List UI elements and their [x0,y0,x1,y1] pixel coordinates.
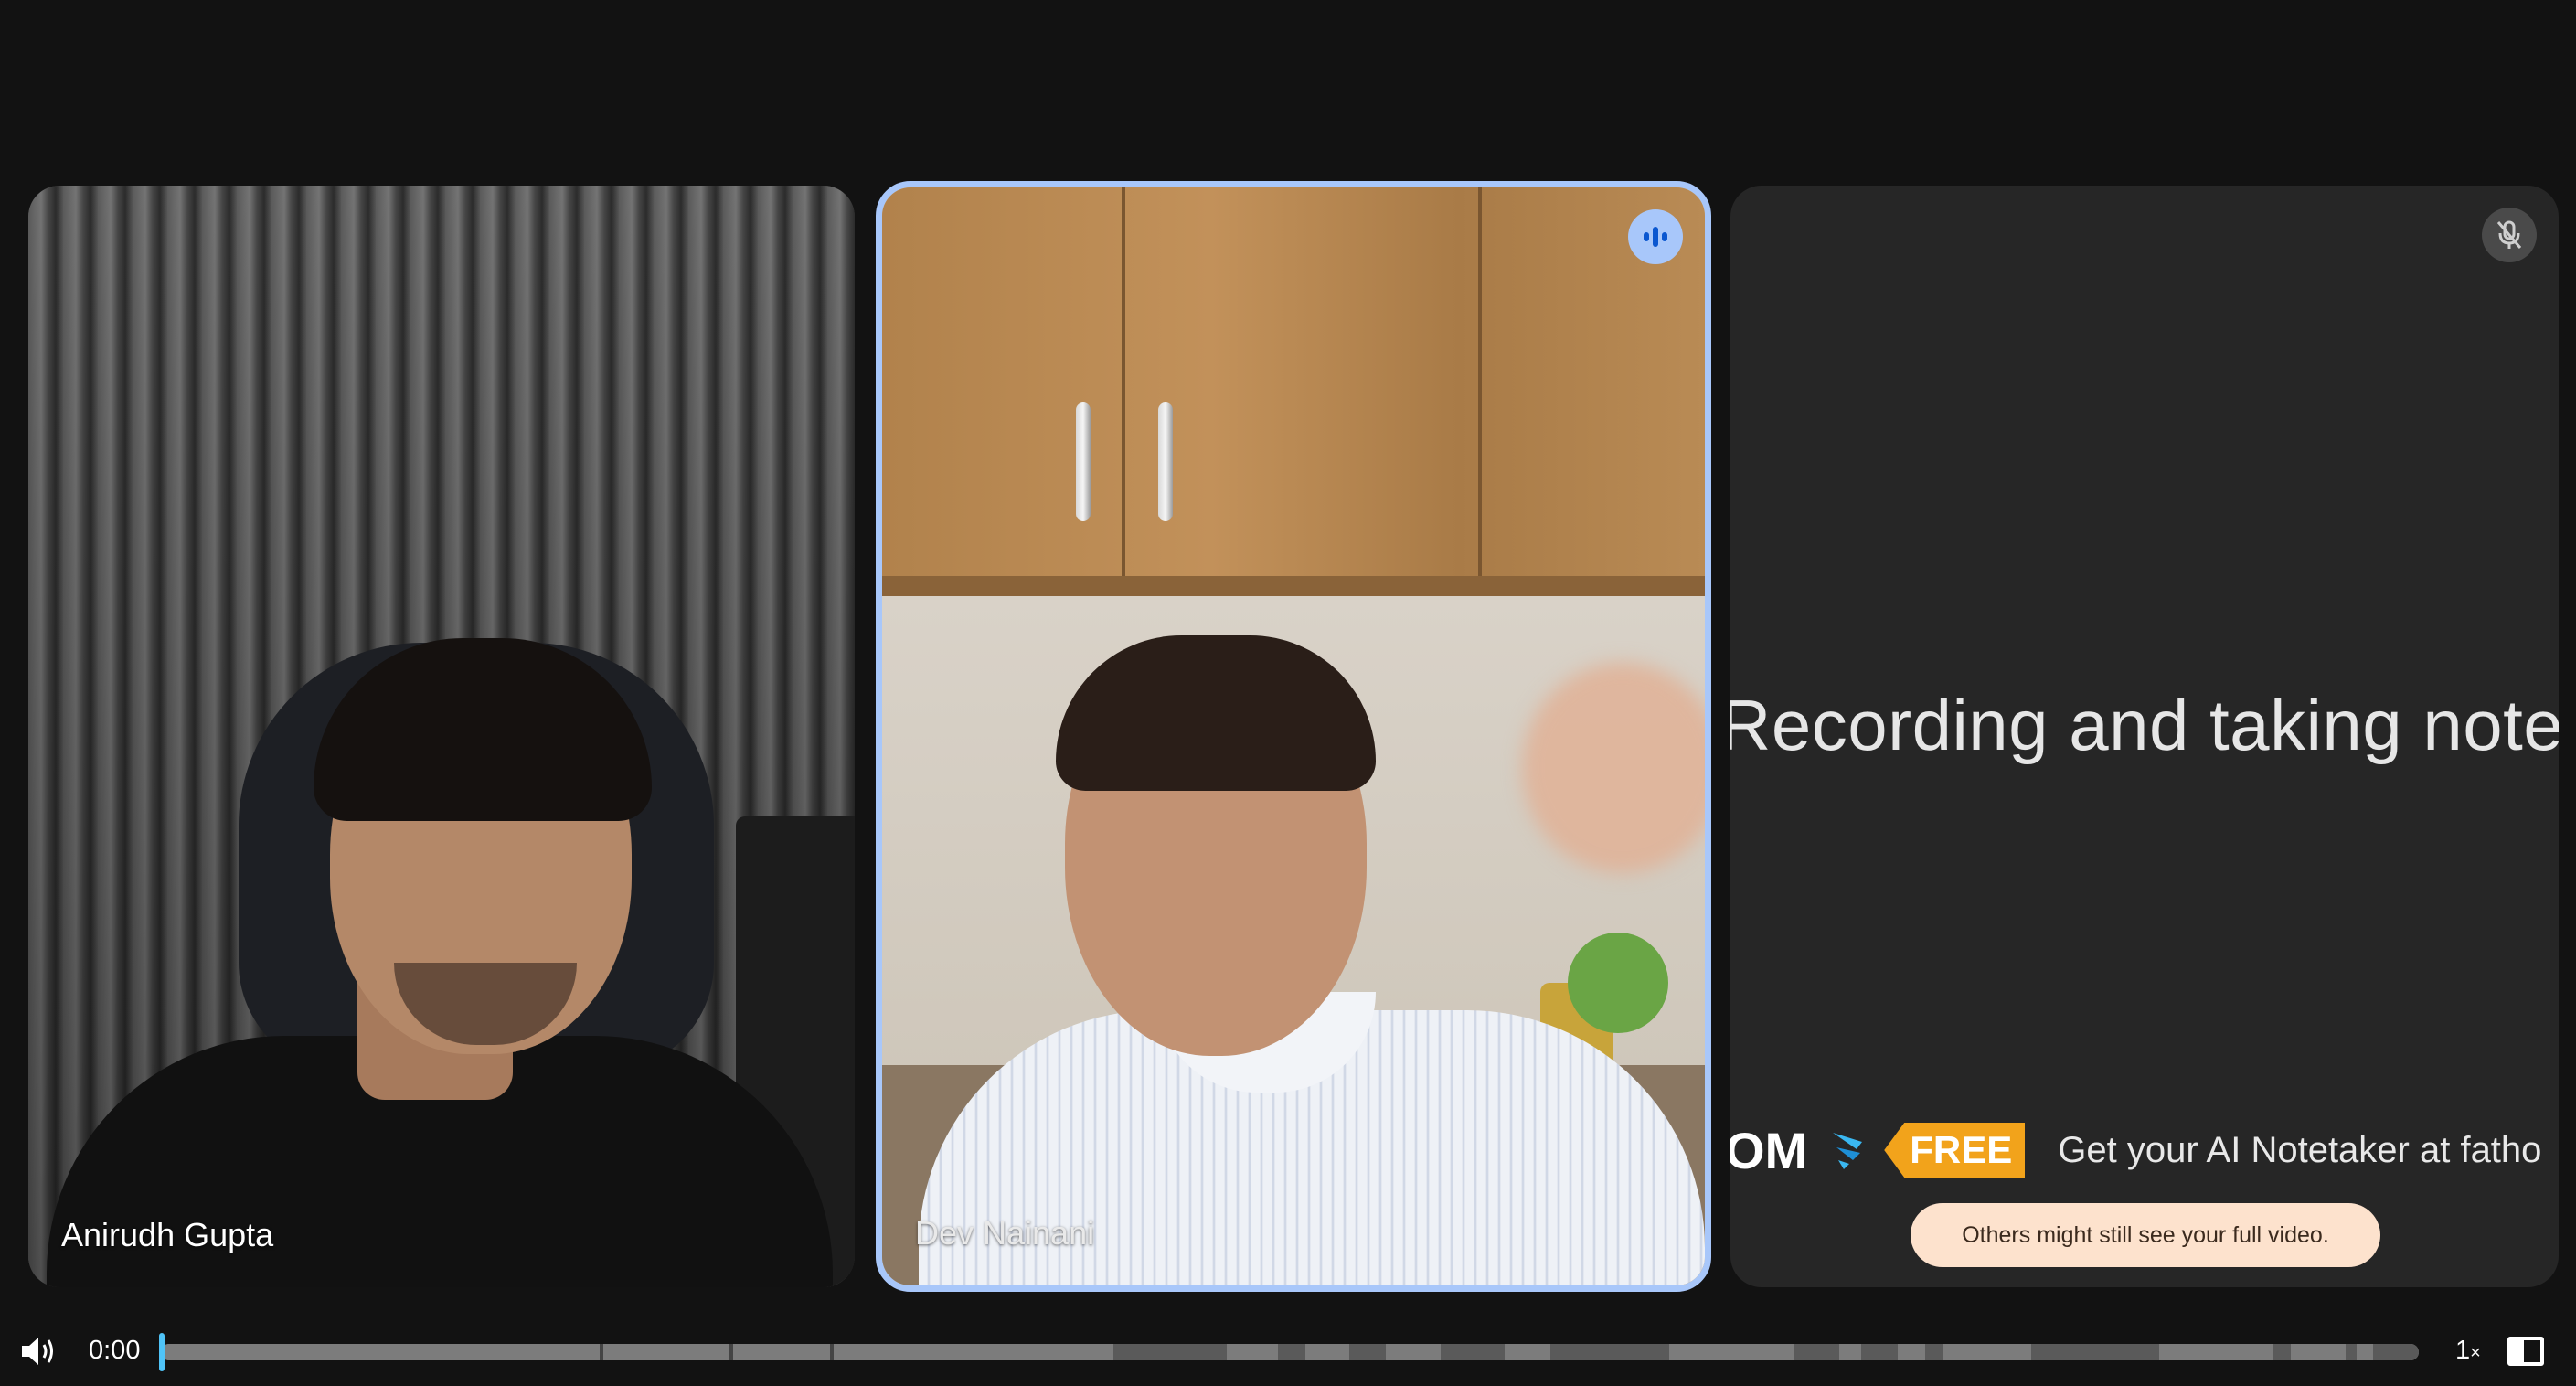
participant-tile-anirudh[interactable]: Anirudh Gupta [28,186,855,1287]
video-notice-pill: Others might still see your full video. [1911,1203,2380,1267]
plant [1568,933,1668,1033]
current-time: 0:00 [89,1336,141,1365]
participant-name: Anirudh Gupta [61,1216,274,1253]
promo-banner: OM FREE Get your AI Notetaker at fatho [1730,1118,2541,1182]
free-badge: FREE [1884,1123,2026,1178]
participant-name: Dev Nainani [915,1214,1095,1252]
promo-brand-fragment: OM [1730,1121,1808,1179]
participant-tile-notetaker[interactable]: Recording and taking notes OM FREE Get y… [1730,186,2559,1287]
mic-off-icon [2482,208,2537,262]
participant-tile-dev[interactable]: Dev Nainani [876,181,1711,1292]
audio-level-icon [1628,209,1683,264]
playback-speed[interactable]: 1× [2455,1336,2481,1366]
picture-in-picture-icon[interactable] [2507,1337,2544,1366]
promo-heading: Recording and taking notes [1730,685,2559,765]
playhead[interactable] [159,1333,165,1371]
volume-icon[interactable] [20,1335,60,1368]
wooden-cabinet [882,187,1705,590]
fathom-logo-icon [1833,1133,1863,1169]
progress-track[interactable] [161,1344,2419,1360]
promo-text: Get your AI Notetaker at fatho [2058,1129,2542,1170]
playback-bar: 0:00 1× [0,1317,2576,1386]
video-call-recording: Anirudh Gupta Dev Nainani Recording and … [0,0,2576,1386]
